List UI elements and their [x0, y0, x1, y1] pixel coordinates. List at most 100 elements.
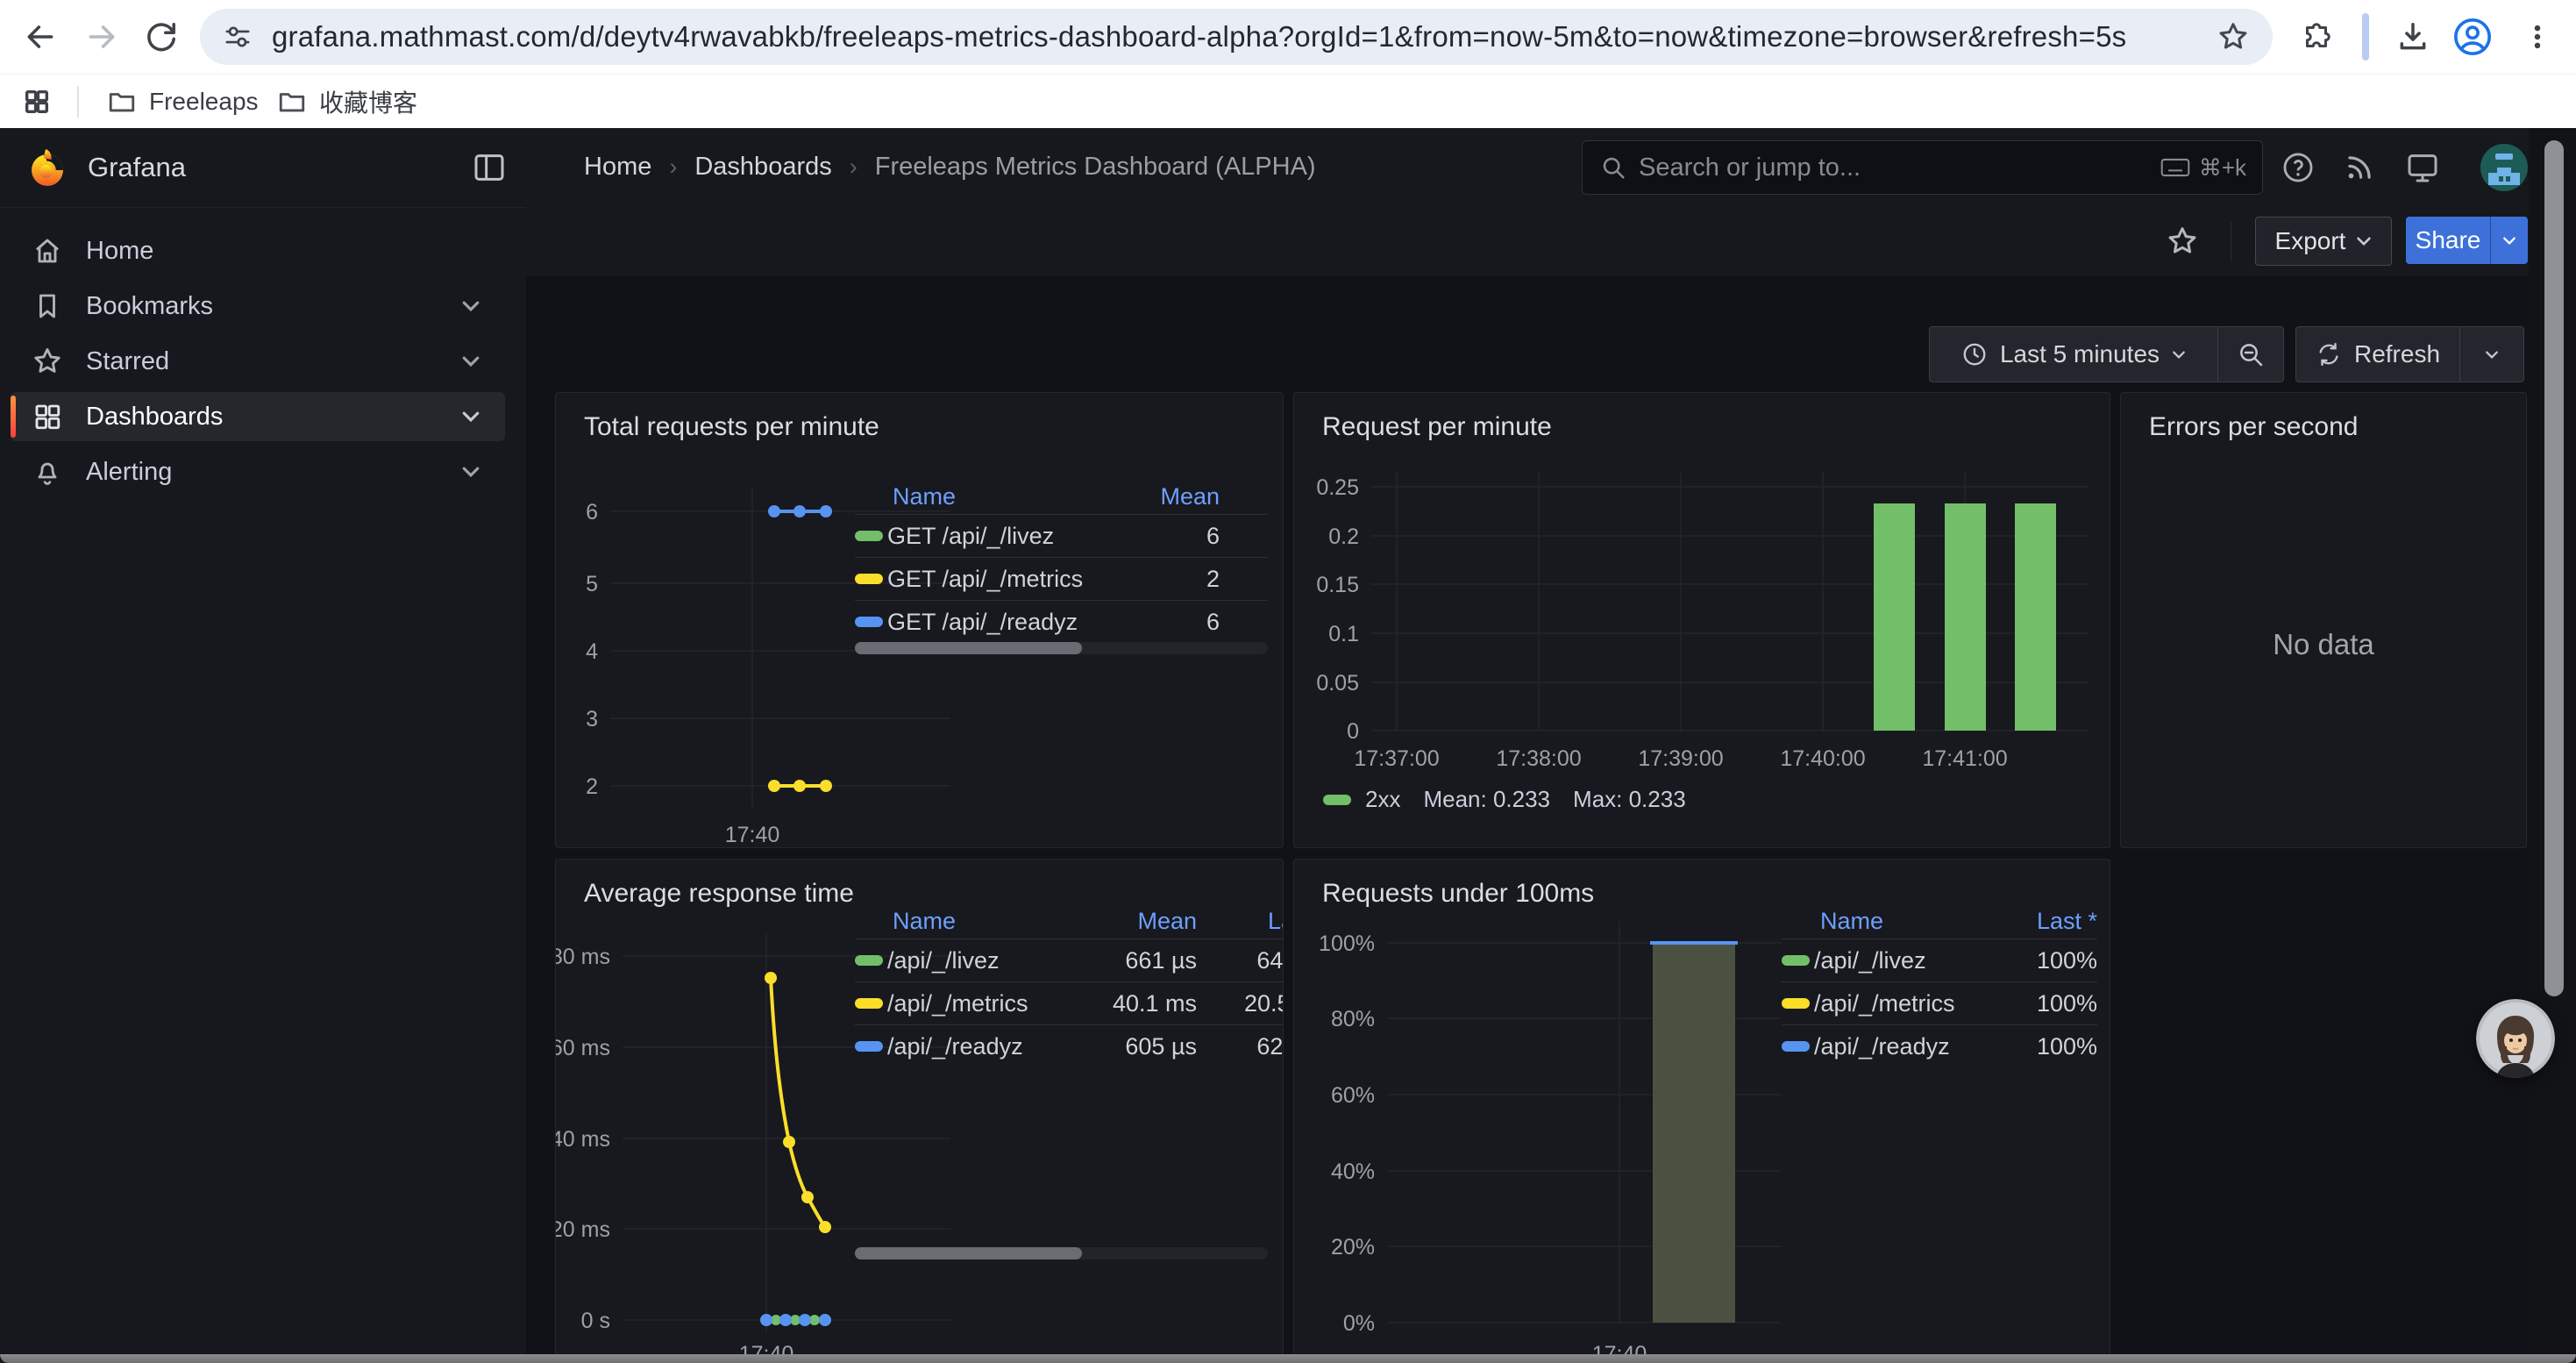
series-color-pill[interactable]: [855, 998, 883, 1009]
profile-button[interactable]: [2450, 14, 2495, 60]
extensions-button[interactable]: [2294, 14, 2339, 60]
time-range-picker[interactable]: Last 5 minutes: [1930, 327, 2217, 382]
legend-header-mean[interactable]: Mean: [1106, 483, 1220, 510]
grafana-logo-icon[interactable]: [26, 146, 68, 189]
bookmark-folder-blogs[interactable]: 收藏博客: [263, 82, 431, 122]
sidebar-item-bookmarks[interactable]: Bookmarks: [11, 282, 505, 331]
legend-row[interactable]: /api/_/metrics 40.1 ms 20.5 ms: [855, 981, 1284, 1024]
sidebar-item-alerting[interactable]: Alerting: [11, 447, 505, 496]
series-name[interactable]: GET /api/_/metrics: [887, 566, 1106, 593]
scrollbar-thumb[interactable]: [855, 1247, 1082, 1260]
series-color-pill[interactable]: [855, 1041, 883, 1052]
favorite-dashboard-button[interactable]: [2159, 218, 2206, 265]
legend-row[interactable]: /api/_/livez 100%: [1782, 938, 2097, 981]
legend-row[interactable]: /api/_/readyz 100%: [1782, 1024, 2097, 1067]
series-name[interactable]: /api/_/metrics: [1814, 990, 1975, 1017]
breadcrumb-dashboards[interactable]: Dashboards: [694, 153, 831, 182]
series-name[interactable]: /api/_/livez: [887, 947, 1052, 974]
share-menu-button[interactable]: [2490, 217, 2528, 264]
series-name[interactable]: /api/_/readyz: [887, 1033, 1052, 1060]
series-name[interactable]: /api/_/metrics: [887, 990, 1052, 1017]
legend-header-name[interactable]: Name: [893, 908, 1052, 935]
refresh-button[interactable]: Refresh: [2296, 327, 2459, 382]
legend-header-last[interactable]: Last *: [1975, 908, 2097, 935]
page-scrollbar-thumb[interactable]: [2544, 140, 2564, 996]
legend-row[interactable]: GET /api/_/readyz 6: [855, 600, 1268, 643]
browser-forward-button[interactable]: [79, 14, 125, 60]
share-button[interactable]: Share: [2406, 217, 2490, 264]
y-tick: 80 ms: [556, 945, 610, 969]
panel-request-per-minute: Request per minute 0.25 0.2 0.15 0.1 0.0…: [1293, 392, 2110, 848]
series-color-pill[interactable]: [1782, 998, 1810, 1009]
breadcrumb-home[interactable]: Home: [584, 153, 651, 182]
series-color-pill[interactable]: [855, 574, 883, 584]
floating-assistant-avatar[interactable]: [2476, 999, 2555, 1078]
search-shortcut: ⌘+k: [2199, 154, 2246, 182]
series-name[interactable]: 2xx: [1365, 786, 1400, 813]
series-mean: 661 µs: [1052, 947, 1197, 974]
bookmark-star-icon[interactable]: [2217, 20, 2250, 54]
zoom-out-icon: [2237, 340, 2265, 368]
series-color-pill[interactable]: [1323, 795, 1351, 805]
refresh-interval-button[interactable]: [2459, 327, 2523, 382]
legend-scrollbar[interactable]: [855, 642, 1268, 654]
export-button[interactable]: Export: [2255, 217, 2392, 266]
time-range-label: Last 5 minutes: [2000, 340, 2160, 368]
brand-name[interactable]: Grafana: [88, 152, 186, 183]
legend-row[interactable]: GET /api/_/livez 6: [855, 514, 1268, 557]
browser-back-button[interactable]: [18, 14, 63, 60]
browser-reload-button[interactable]: [139, 14, 184, 60]
series-color-pill[interactable]: [1782, 1041, 1810, 1052]
legend-scrollbar[interactable]: [855, 1247, 1268, 1260]
sidebar-item-starred[interactable]: Starred: [11, 337, 505, 386]
browser-menu-button[interactable]: [2515, 14, 2560, 60]
url-text[interactable]: grafana.mathmast.com/d/deytv4rwavabkb/fr…: [272, 20, 2202, 54]
legend-row[interactable]: /api/_/readyz 605 µs 620 µs: [855, 1024, 1284, 1067]
series-name[interactable]: /api/_/readyz: [1814, 1033, 1975, 1060]
sidebar-item-dashboards[interactable]: Dashboards: [11, 392, 505, 441]
legend-header-mean[interactable]: Mean: [1052, 908, 1197, 935]
kiosk-mode-button[interactable]: [2399, 144, 2446, 191]
user-avatar[interactable]: [2480, 143, 2529, 192]
legend-header-name[interactable]: Name: [1820, 908, 1975, 935]
y-tick: 2: [586, 774, 598, 799]
series-name[interactable]: /api/_/livez: [1814, 947, 1975, 974]
apps-button[interactable]: [14, 82, 60, 122]
sidebar-item-label: Starred: [86, 347, 461, 376]
series-color-pill[interactable]: [1782, 955, 1810, 966]
legend-header-last[interactable]: Last *: [1197, 908, 1284, 935]
bar-chart[interactable]: 0.25 0.2 0.15 0.1 0.05 0: [1294, 393, 2110, 847]
top-nav: Home › Dashboards › Freeleaps Metrics Da…: [526, 128, 2576, 207]
address-bar[interactable]: grafana.mathmast.com/d/deytv4rwavabkb/fr…: [200, 9, 2273, 65]
panel-title[interactable]: Errors per second: [2149, 412, 2358, 442]
downloads-button[interactable]: [2390, 14, 2436, 60]
legend-row[interactable]: /api/_/metrics 100%: [1782, 981, 2097, 1024]
site-settings-icon[interactable]: [223, 22, 253, 52]
bookmark-folder-freeleaps[interactable]: Freeleaps: [93, 82, 273, 122]
series-name[interactable]: GET /api/_/readyz: [887, 609, 1106, 636]
zoom-out-button[interactable]: [2217, 327, 2283, 382]
series-color-pill[interactable]: [855, 531, 883, 541]
y-tick: 3: [586, 707, 598, 731]
scrollbar-thumb[interactable]: [855, 642, 1082, 654]
series-last: 20.5 ms: [1197, 990, 1284, 1017]
x-tick: 17:40:00: [1780, 746, 1865, 771]
help-button[interactable]: [2274, 144, 2322, 191]
time-controls: Last 5 minutes: [1929, 326, 2284, 382]
series-last: 100%: [1975, 1033, 2097, 1060]
series-2xx-bars[interactable]: [1874, 503, 2056, 731]
search-input[interactable]: Search or jump to... ⌘+k: [1582, 140, 2263, 195]
stacked-area-fill: [1653, 943, 1735, 1323]
sidebar-header: Grafana: [0, 128, 526, 208]
news-button[interactable]: [2336, 144, 2383, 191]
refresh-label: Refresh: [2354, 340, 2440, 368]
series-color-pill[interactable]: [855, 955, 883, 966]
legend-header-name[interactable]: Name: [893, 483, 1106, 510]
sidebar-item-home[interactable]: Home: [11, 226, 505, 275]
series-color-pill[interactable]: [855, 617, 883, 627]
legend-row[interactable]: GET /api/_/metrics 2: [855, 557, 1268, 600]
legend-row[interactable]: /api/_/livez 661 µs 646 µs: [855, 938, 1284, 981]
sidebar-collapse-icon[interactable]: [472, 150, 507, 185]
series-name[interactable]: GET /api/_/livez: [887, 523, 1106, 550]
y-tick: 0%: [1343, 1311, 1375, 1336]
